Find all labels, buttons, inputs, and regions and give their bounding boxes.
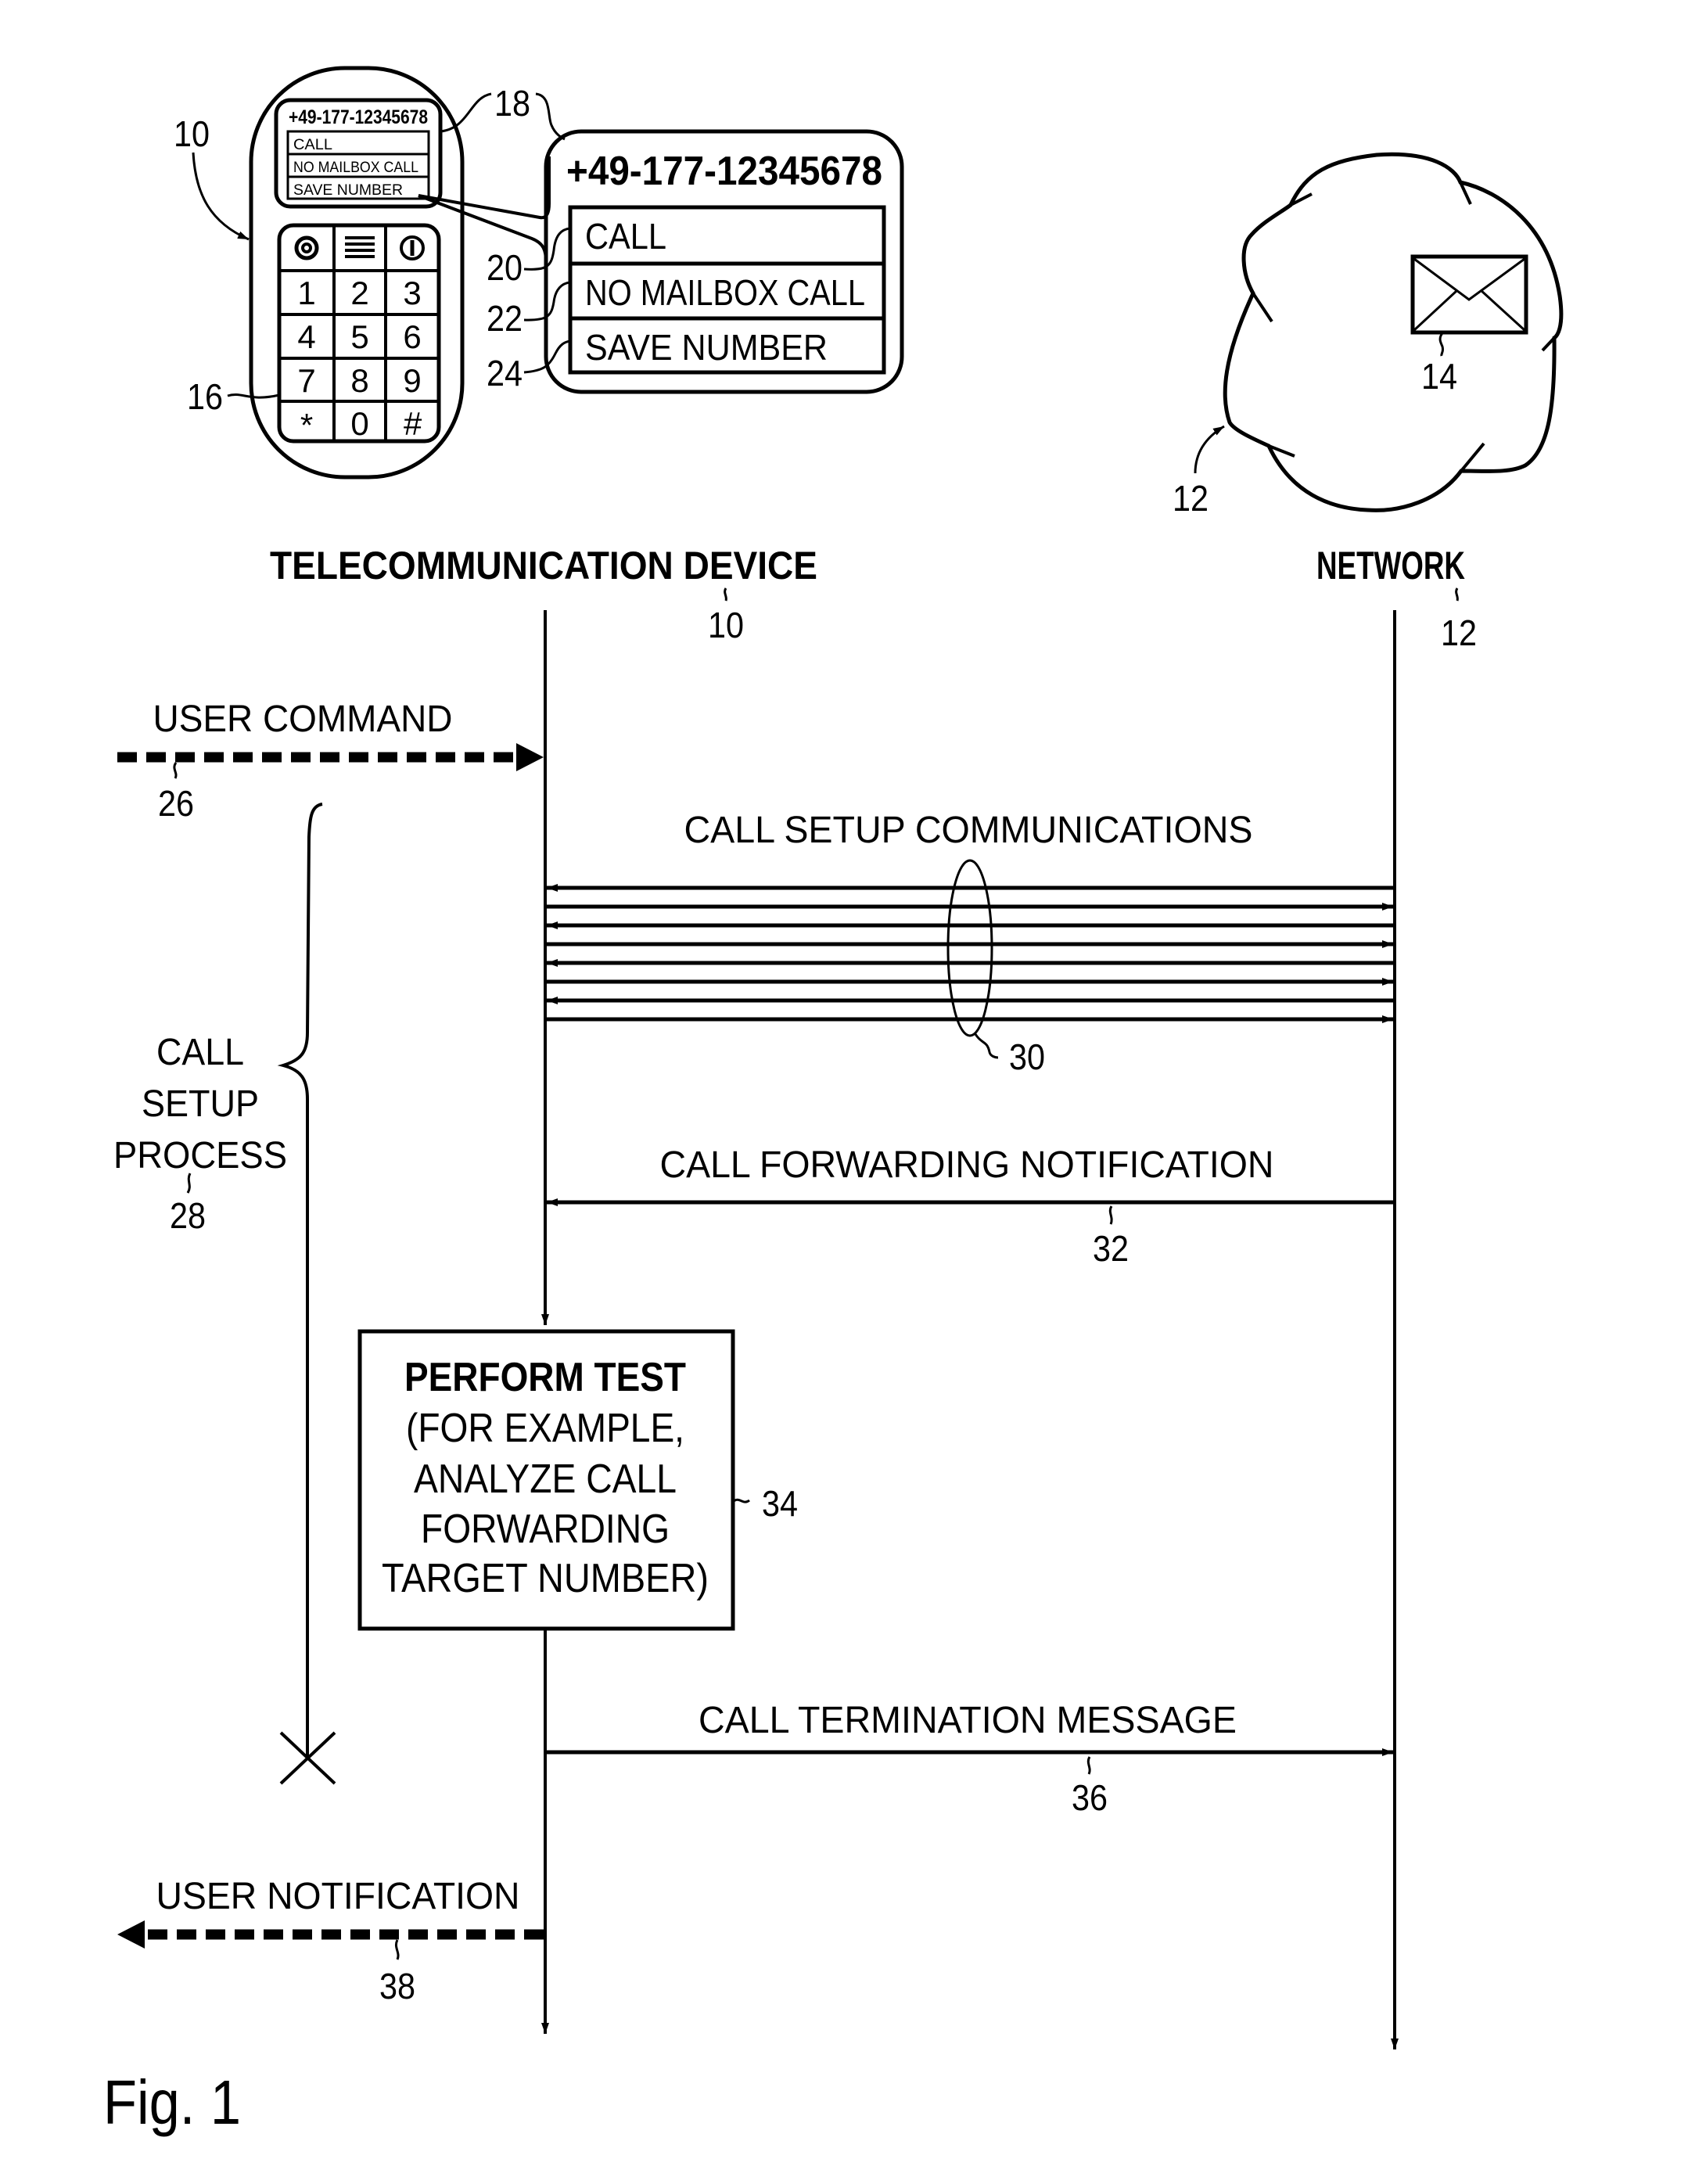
network-ref-arrow: [1194, 425, 1225, 474]
perform-test-ref-squiggle: [731, 1498, 750, 1503]
menu-icon[interactable]: [345, 236, 375, 258]
perform-test-ref: 34: [762, 1483, 798, 1524]
screen-ref-label: 18: [494, 83, 530, 124]
network-lifeline-ref-squiggle: [1455, 587, 1459, 602]
camera-icon[interactable]: [294, 235, 319, 260]
device-ref-arrow: [192, 152, 250, 241]
call-forwarding-message: CALL FORWARDING NOTIFICATION 32: [547, 1144, 1395, 1269]
user-command-arrowhead: [516, 743, 544, 771]
key-4[interactable]: 4: [297, 318, 315, 355]
phone-menu-item-call[interactable]: CALL: [293, 137, 332, 153]
key-5[interactable]: 5: [350, 318, 368, 355]
key-0[interactable]: 0: [350, 405, 368, 442]
process-ref: 28: [170, 1195, 206, 1236]
power-icon[interactable]: [400, 235, 425, 260]
user-command-message: USER COMMAND 26: [117, 699, 544, 824]
callout-connector-line: [418, 156, 551, 220]
perform-test-line-4: TARGET NUMBER): [382, 1556, 709, 1601]
network-ref-label: 12: [1173, 478, 1209, 519]
envelope-icon[interactable]: [1410, 254, 1528, 335]
call-termination-ref: 36: [1072, 1777, 1108, 1818]
phone-menu-item-no-mailbox-call[interactable]: NO MAILBOX CALL: [293, 160, 418, 176]
network-lifeline-label: NETWORK: [1316, 544, 1465, 587]
process-ref-squiggle: [186, 1173, 192, 1194]
user-notification-message: USER NOTIFICATION 38: [117, 1876, 544, 2006]
call-setup-communications: CALL SETUP COMMUNICATIONS 30: [545, 810, 1395, 1077]
network-cloud: 14 12: [1173, 152, 1564, 519]
call-forwarding-label: CALL FORWARDING NOTIFICATION: [660, 1144, 1274, 1186]
phone-menu-item-save-number[interactable]: SAVE NUMBER: [293, 182, 403, 199]
cloud-fold: [1460, 442, 1485, 472]
mailbox-ref-label: 14: [1421, 356, 1457, 397]
user-command-ref: 26: [158, 783, 194, 824]
user-notification-ref: 38: [379, 1966, 415, 2006]
user-command-ref-squiggle: [173, 762, 178, 779]
no-mailbox-item-ref-label: 22: [487, 298, 523, 339]
call-setup-arrows: [545, 884, 1395, 1023]
callout-menu-item-no-mailbox-call[interactable]: NO MAILBOX CALL: [585, 272, 865, 313]
key-8[interactable]: 8: [350, 362, 368, 399]
call-termination-label: CALL TERMINATION MESSAGE: [699, 1700, 1237, 1741]
screen-ref-leader-callout: [535, 92, 566, 141]
key-7[interactable]: 7: [297, 362, 315, 399]
call-forwarding-ref-squiggle: [1108, 1205, 1113, 1225]
process-label-line-1: CALL: [156, 1032, 244, 1073]
call-setup-ref-squiggle: [974, 1033, 999, 1059]
callout-menu-item-call[interactable]: CALL: [585, 216, 666, 257]
perform-test-line-3: FORWARDING: [421, 1507, 670, 1552]
key-1[interactable]: 1: [297, 275, 315, 311]
process-label-line-3: PROCESS: [113, 1135, 287, 1176]
mailbox-ref-leader: [1438, 331, 1445, 357]
key-6[interactable]: 6: [403, 318, 421, 355]
device-lifeline-label: TELECOMMUNICATION DEVICE: [270, 544, 817, 587]
network-lifeline-ref: 12: [1441, 612, 1477, 653]
key-hash[interactable]: #: [403, 405, 422, 442]
callout-number: +49-177-12345678: [566, 149, 882, 194]
callout-menu-item-save-number[interactable]: SAVE NUMBER: [585, 327, 828, 368]
perform-test-box: PERFORM TEST (FOR EXAMPLE, ANALYZE CALL …: [357, 1329, 798, 1631]
call-item-ref-label: 20: [487, 247, 523, 288]
figure-caption: Fig. 1: [103, 2067, 241, 2137]
save-number-item-ref-label: 24: [487, 353, 523, 393]
call-termination-message: CALL TERMINATION MESSAGE 36: [545, 1700, 1393, 1818]
perform-test-line-2: ANALYZE CALL: [414, 1457, 677, 1502]
user-notification-arrowhead: [117, 1920, 145, 1949]
call-forwarding-ref: 32: [1093, 1228, 1129, 1269]
perform-test-title: PERFORM TEST: [404, 1355, 686, 1400]
keypad-ref-label: 16: [187, 376, 223, 417]
cloud-fold: [1252, 292, 1273, 323]
perform-test-line-1: (FOR EXAMPLE,: [406, 1406, 684, 1451]
device-ref-label: 10: [174, 113, 210, 154]
keypad: 1 2 3 4 5 6 7 8 9 * 0 #: [277, 223, 441, 444]
user-notification-label: USER NOTIFICATION: [156, 1876, 520, 1917]
call-setup-ref: 30: [1009, 1036, 1045, 1077]
device-lifeline-ref: 10: [708, 605, 744, 645]
key-3[interactable]: 3: [403, 275, 421, 311]
call-setup-process: CALL SETUP PROCESS 28: [113, 803, 336, 1785]
phone-screen-number: +49-177-12345678: [289, 106, 428, 128]
key-9[interactable]: 9: [403, 362, 421, 399]
call-setup-brace: [277, 803, 323, 1756]
call-termination-ref-squiggle: [1086, 1756, 1091, 1775]
user-command-label: USER COMMAND: [153, 699, 453, 740]
device-lifeline-ref-squiggle: [724, 587, 727, 602]
process-label-line-2: SETUP: [142, 1083, 259, 1125]
figure-canvas: +49-177-12345678 CALL NO MAILBOX CALL SA…: [103, 66, 1564, 2137]
key-2[interactable]: 2: [350, 275, 368, 311]
key-star[interactable]: *: [300, 407, 313, 444]
call-setup-label: CALL SETUP COMMUNICATIONS: [684, 810, 1253, 851]
user-notification-ref-squiggle: [394, 1939, 400, 1960]
